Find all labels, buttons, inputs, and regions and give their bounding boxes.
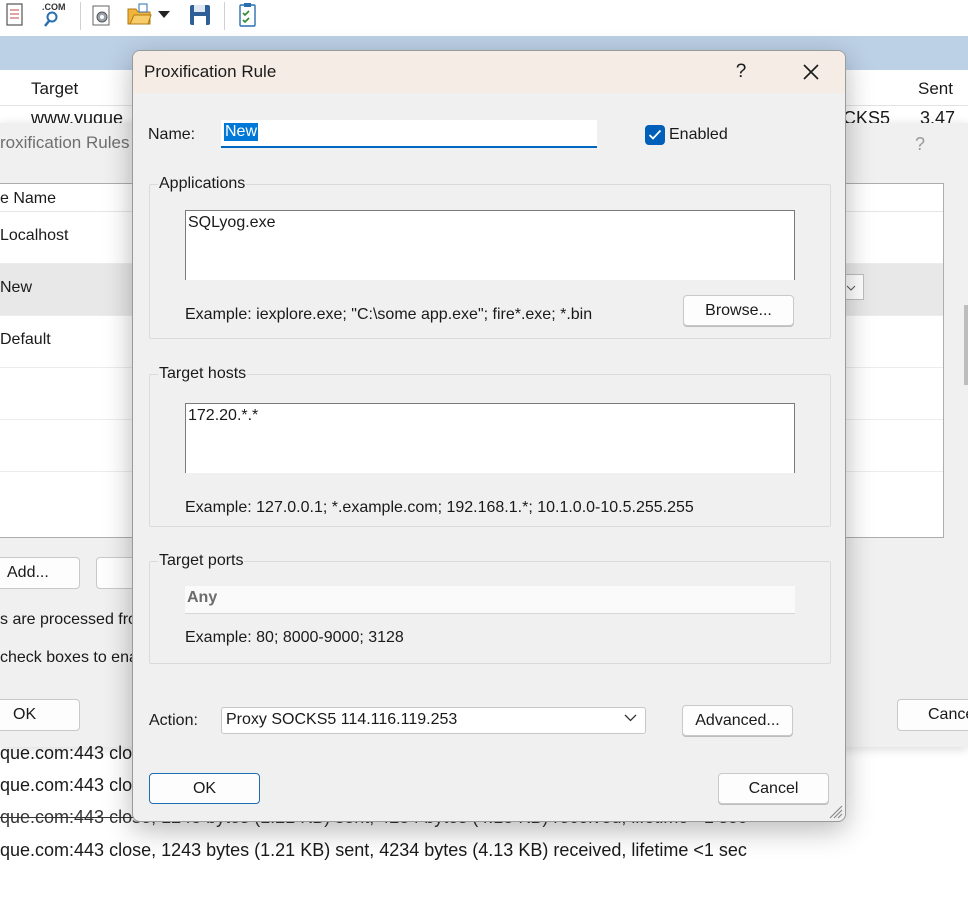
column-target[interactable]: Target xyxy=(31,79,78,99)
scrollbar[interactable] xyxy=(964,305,968,385)
checkmark-icon xyxy=(648,129,662,140)
close-button[interactable] xyxy=(795,57,827,87)
cancel-button[interactable]: Cancel xyxy=(718,773,829,804)
enabled-label[interactable]: Enabled xyxy=(669,126,728,144)
rules-note-checkboxes: check boxes to ena xyxy=(0,649,138,666)
log-line: que.com:443 clo xyxy=(0,775,133,795)
column-sent[interactable]: Sent xyxy=(918,79,953,99)
target-hosts-group: Target hosts 172.20.*.* Example: 127.0.0… xyxy=(149,365,831,527)
rule-name: Localhost xyxy=(0,227,69,244)
floppy-disk-icon[interactable] xyxy=(187,2,213,28)
target-ports-group: Target ports Any Example: 80; 8000-9000;… xyxy=(149,552,831,664)
dialog-title-bar[interactable]: Proxification Rule ? xyxy=(133,51,845,93)
help-button[interactable]: ? xyxy=(728,57,754,87)
target-ports-example: Example: 80; 8000-9000; 3128 xyxy=(185,629,404,646)
rule-name: Default xyxy=(0,331,51,348)
target-ports-legend: Target ports xyxy=(158,552,245,570)
applications-input[interactable]: SQLyog.exe xyxy=(185,210,795,280)
folder-open-icon[interactable] xyxy=(126,2,152,28)
log-line: que.com:443 close, 1243 bytes (1.21 KB) … xyxy=(0,840,747,860)
rule-button-partial[interactable] xyxy=(96,557,136,589)
name-field-value: New xyxy=(224,123,259,141)
dropdown-arrow-icon[interactable] xyxy=(154,2,174,28)
target-hosts-legend: Target hosts xyxy=(158,365,248,383)
close-icon xyxy=(803,64,819,80)
resize-grip-icon[interactable] xyxy=(827,803,843,819)
gear-icon[interactable] xyxy=(89,2,115,28)
chevron-down-icon xyxy=(846,285,856,291)
advanced-button[interactable]: Advanced... xyxy=(682,705,793,736)
checklist-icon[interactable] xyxy=(235,2,261,28)
target-hosts-input[interactable]: 172.20.*.* xyxy=(185,403,795,473)
target-hosts-example: Example: 127.0.0.1; *.example.com; 192.1… xyxy=(185,499,694,516)
rules-cancel-button[interactable]: Cance xyxy=(897,699,968,731)
svg-text:.COM: .COM xyxy=(42,2,66,12)
rules-note-processing: s are processed fro xyxy=(0,611,137,628)
document-icon[interactable] xyxy=(2,2,28,28)
action-value: Proxy SOCKS5 114.116.119.253 xyxy=(226,711,458,728)
chevron-down-icon xyxy=(624,714,637,722)
action-label: Action: xyxy=(149,712,198,729)
proxification-rule-dialog: Proxification Rule ? Name: New Enabled A… xyxy=(132,50,846,822)
applications-group: Applications SQLyog.exe Example: iexplor… xyxy=(149,175,831,339)
browse-button[interactable]: Browse... xyxy=(683,295,794,326)
name-field[interactable]: New xyxy=(221,120,597,148)
main-toolbar: .COM xyxy=(0,0,968,36)
toolbar-separator xyxy=(80,2,81,30)
rules-help-button[interactable]: ? xyxy=(915,134,925,155)
enabled-checkbox[interactable] xyxy=(645,125,665,145)
action-dropdown[interactable]: Proxy SOCKS5 114.116.119.253 xyxy=(221,707,646,734)
log-line: que.com:443 clo xyxy=(0,743,133,763)
column-rule-name[interactable]: e Name xyxy=(0,190,56,208)
rules-window-title: roxification Rules xyxy=(0,133,130,152)
rule-name: New xyxy=(0,279,33,296)
applications-legend: Applications xyxy=(158,175,247,193)
target-ports-input[interactable]: Any xyxy=(185,586,795,614)
dialog-title: Proxification Rule xyxy=(144,62,277,81)
name-label: Name: xyxy=(148,126,196,143)
com-search-icon[interactable]: .COM xyxy=(38,2,68,28)
toolbar-separator xyxy=(224,2,225,30)
ok-button[interactable]: OK xyxy=(149,773,260,804)
rules-ok-button[interactable]: OK xyxy=(0,699,80,731)
applications-example: Example: iexplore.exe; "C:\some app.exe"… xyxy=(185,306,593,323)
add-rule-button[interactable]: Add... xyxy=(0,557,80,589)
